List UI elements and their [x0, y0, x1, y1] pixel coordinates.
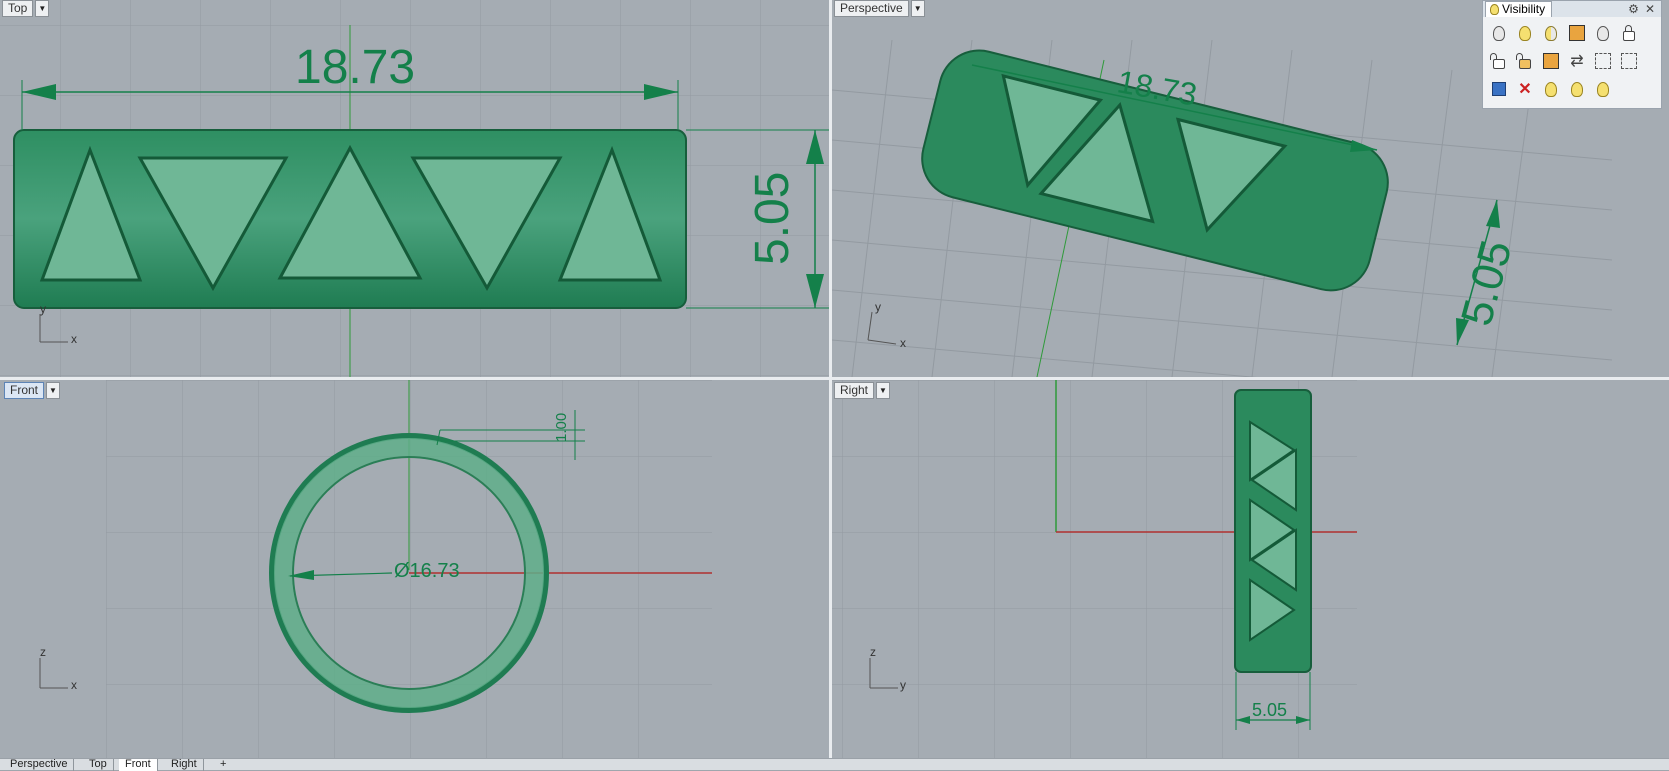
viewport-tabs: Perspective Top Front Right +	[0, 758, 1669, 771]
axis-x-label: x	[900, 336, 906, 350]
unlock-icon[interactable]	[1487, 49, 1511, 73]
dim-thickness-label: 1.00	[553, 412, 570, 442]
show-bulb-icon[interactable]	[1539, 77, 1563, 101]
panel-title: Visibility	[1502, 2, 1546, 16]
tab-right[interactable]: Right	[165, 759, 204, 771]
viewport-title-front[interactable]: Front ▼	[4, 381, 61, 399]
show-bulb-2-icon[interactable]	[1565, 77, 1589, 101]
viewport-name[interactable]: Front	[4, 381, 45, 399]
gear-icon[interactable]: ⚙	[1628, 2, 1639, 16]
swap-icon[interactable]: ⇄	[1565, 49, 1589, 73]
select-hidden-icon[interactable]	[1591, 49, 1615, 73]
viewport-name[interactable]: Right	[834, 381, 875, 399]
axis-z-label: z	[870, 645, 876, 659]
show-selected-icon[interactable]	[1513, 21, 1537, 45]
tab-front[interactable]: Front	[119, 759, 158, 771]
dim-height-label: 5.05	[746, 171, 799, 265]
axis-z-label: z	[40, 645, 46, 659]
right-view-canvas	[832, 380, 1357, 758]
chevron-down-icon[interactable]: ▼	[35, 0, 50, 17]
show-bulb-3-icon[interactable]	[1591, 77, 1615, 101]
axis-x-label: x	[71, 678, 77, 692]
viewport-top[interactable]: 18.73 5.05 y x Top ▼	[0, 0, 829, 377]
viewport-front[interactable]: Ø16.73 1.00 z x Front ▼	[0, 380, 829, 758]
viewport-right[interactable]: 5.05 z y Right ▼	[832, 380, 1669, 758]
hide-in-details-icon[interactable]: ✕	[1513, 77, 1537, 101]
unlock-selected-icon[interactable]	[1513, 49, 1537, 73]
viewport-name[interactable]: Perspective	[834, 0, 909, 17]
dim-width-label: 18.73	[295, 41, 416, 94]
visibility-panel: Visibility ⚙ ✕ ⇄ ✕	[1482, 0, 1662, 109]
axis-x-label: x	[71, 332, 77, 346]
show-icon[interactable]	[1487, 21, 1511, 45]
show-in-details-icon[interactable]	[1487, 77, 1511, 101]
tab-visibility[interactable]: Visibility	[1485, 1, 1553, 17]
viewport-divider-vertical[interactable]	[829, 0, 832, 760]
close-icon[interactable]: ✕	[1645, 2, 1655, 16]
chevron-down-icon[interactable]: ▼	[910, 0, 925, 17]
dim-width-label: 5.05	[1252, 700, 1288, 720]
viewport-name[interactable]: Top	[2, 0, 34, 17]
panel-header: Visibility ⚙ ✕	[1483, 1, 1661, 17]
tab-perspective[interactable]: Perspective	[4, 759, 75, 771]
visibility-toolbar: ⇄ ✕	[1483, 17, 1661, 109]
axis-y-label: y	[875, 300, 881, 314]
viewport-divider-horizontal[interactable]	[0, 377, 1669, 380]
axis-y-label: y	[40, 302, 46, 316]
hide-swap-icon[interactable]	[1565, 21, 1589, 45]
show-objects-icon[interactable]	[1591, 21, 1615, 45]
tab-add[interactable]: +	[214, 759, 232, 771]
select-locked-icon[interactable]	[1617, 49, 1641, 73]
viewport-title-right[interactable]: Right ▼	[834, 381, 891, 399]
chevron-down-icon[interactable]: ▼	[46, 381, 61, 399]
lock-icon[interactable]	[1617, 21, 1641, 45]
dim-diameter-label: Ø16.73	[394, 560, 460, 582]
chevron-down-icon[interactable]: ▼	[876, 381, 891, 399]
viewport-title-top[interactable]: Top ▼	[2, 0, 50, 17]
bulb-icon	[1490, 4, 1499, 15]
tab-top[interactable]: Top	[83, 759, 114, 771]
hide-icon[interactable]	[1539, 21, 1563, 45]
axis-y-label: y	[900, 678, 906, 692]
lock-swap-icon[interactable]	[1539, 49, 1563, 73]
viewport-title-perspective[interactable]: Perspective ▼	[834, 0, 925, 17]
